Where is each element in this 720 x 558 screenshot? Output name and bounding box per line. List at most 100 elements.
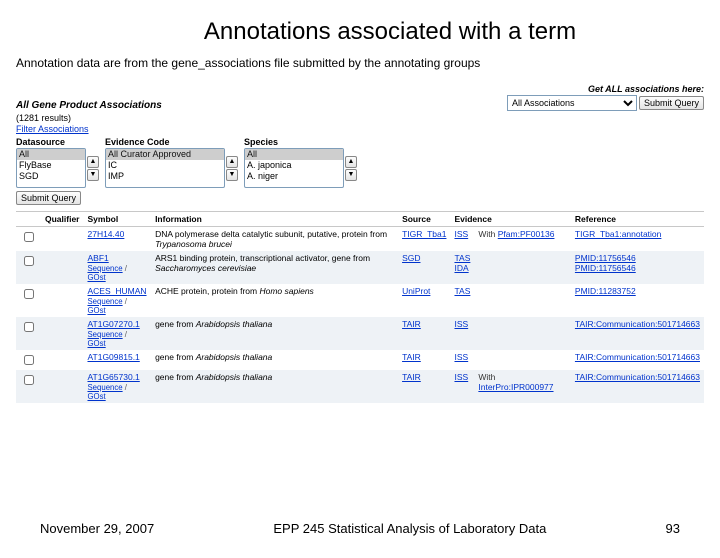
information-cell: ACHE protein, protein from Homo sapiens	[151, 284, 398, 317]
source-link[interactable]: TAIR	[402, 372, 421, 382]
qualifier-cell	[41, 251, 83, 284]
evidence-with-link[interactable]: Pfam:PF00136	[498, 229, 555, 239]
table-row: ACES_HUMANSequence / GOstACHE protein, p…	[16, 284, 704, 317]
reference-cell: PMID:11756546PMID:11756546	[571, 251, 704, 284]
row-checkbox[interactable]	[24, 232, 34, 242]
reference-cell: TAIR:Communication:501714663	[571, 350, 704, 370]
symbol-sublink[interactable]: Sequence	[87, 297, 122, 306]
evidence-cell: TASIDA	[450, 251, 474, 284]
screenshot-region: All Gene Product Associations Get ALL as…	[16, 84, 704, 403]
evidence-with-cell	[474, 350, 571, 370]
evidence-link[interactable]: TAS	[454, 253, 470, 263]
row-checkbox[interactable]	[24, 355, 34, 365]
row-checkbox[interactable]	[24, 375, 34, 385]
source-cell: TIGR_Tba1	[398, 227, 450, 252]
source-cell: TAIR	[398, 317, 450, 350]
symbol-sublink[interactable]: Sequence	[87, 383, 122, 392]
symbol-link[interactable]: AT1G65730.1	[87, 372, 139, 382]
symbol-sublink[interactable]: Sequence	[87, 330, 122, 339]
submit-query-filters-button[interactable]: Submit Query	[16, 191, 81, 205]
species-up-icon[interactable]: ▲	[345, 156, 357, 168]
species-select[interactable]: All A. japonica A. niger	[244, 148, 344, 188]
source-link[interactable]: TIGR_Tba1	[402, 229, 446, 239]
evidence-label: Evidence Code	[105, 137, 238, 147]
qualifier-cell	[41, 227, 83, 252]
row-checkbox[interactable]	[24, 322, 34, 332]
col-information: Information	[151, 212, 398, 227]
evidence-link[interactable]: ISS	[454, 352, 468, 362]
reference-cell: PMID:11283752	[571, 284, 704, 317]
evidence-with-cell: With InterPro:IPR000977	[474, 370, 571, 403]
symbol-sublink[interactable]: GOst	[87, 273, 105, 282]
qualifier-cell	[41, 284, 83, 317]
associations-select[interactable]: All Associations	[507, 95, 637, 111]
table-row: AT1G07270.1Sequence / GOstgene from Arab…	[16, 317, 704, 350]
symbol-link[interactable]: AT1G07270.1	[87, 319, 139, 329]
evidence-link[interactable]: ISS	[454, 319, 468, 329]
symbol-link[interactable]: AT1G09815.1	[87, 352, 139, 362]
source-cell: TAIR	[398, 350, 450, 370]
reference-cell: TAIR:Communication:501714663	[571, 370, 704, 403]
qualifier-cell	[41, 317, 83, 350]
symbol-sublink[interactable]: GOst	[87, 392, 105, 401]
symbol-sublink[interactable]: GOst	[87, 339, 105, 348]
evidence-cell: ISS	[450, 370, 474, 403]
filter-panel: Datasource All FlyBase SGD ▲ ▼ Evidence …	[16, 137, 704, 188]
slide-subtitle: Annotation data are from the gene_associ…	[16, 56, 720, 70]
reference-link[interactable]: PMID:11756546	[575, 263, 636, 273]
source-link[interactable]: TAIR	[402, 319, 421, 329]
qualifier-cell	[41, 350, 83, 370]
reference-link[interactable]: TAIR:Communication:501714663	[575, 352, 700, 362]
symbol-link[interactable]: ACES_HUMAN	[87, 286, 146, 296]
reference-link[interactable]: TAIR:Communication:501714663	[575, 319, 700, 329]
col-reference: Reference	[571, 212, 704, 227]
submit-query-top-button[interactable]: Submit Query	[639, 96, 704, 110]
reference-link[interactable]: TAIR:Communication:501714663	[575, 372, 700, 382]
evidence-cell: TAS	[450, 284, 474, 317]
evidence-up-icon[interactable]: ▲	[226, 156, 238, 168]
evidence-down-icon[interactable]: ▼	[226, 169, 238, 181]
reference-cell: TIGR_Tba1:annotation	[571, 227, 704, 252]
footer-date: November 29, 2007	[40, 521, 154, 536]
evidence-link[interactable]: ISS	[454, 372, 468, 382]
symbol-cell: 27H14.40	[83, 227, 151, 252]
symbol-sublink[interactable]: Sequence	[87, 264, 122, 273]
symbol-cell: AT1G07270.1Sequence / GOst	[83, 317, 151, 350]
symbol-cell: ABF1Sequence / GOst	[83, 251, 151, 284]
footer-course: EPP 245 Statistical Analysis of Laborato…	[154, 521, 665, 536]
evidence-link[interactable]: IDA	[454, 263, 468, 273]
reference-cell: TAIR:Communication:501714663	[571, 317, 704, 350]
table-row: AT1G09815.1gene from Arabidopsis thalian…	[16, 350, 704, 370]
row-checkbox[interactable]	[24, 256, 34, 266]
species-down-icon[interactable]: ▼	[345, 169, 357, 181]
datasource-up-icon[interactable]: ▲	[87, 156, 99, 168]
col-source: Source	[398, 212, 450, 227]
slide-title: Annotations associated with a term	[0, 18, 720, 46]
reference-link[interactable]: PMID:11283752	[575, 286, 636, 296]
row-checkbox[interactable]	[24, 289, 34, 299]
reference-link[interactable]: TIGR_Tba1:annotation	[575, 229, 661, 239]
symbol-cell: ACES_HUMANSequence / GOst	[83, 284, 151, 317]
datasource-down-icon[interactable]: ▼	[87, 169, 99, 181]
symbol-link[interactable]: ABF1	[87, 253, 108, 263]
datasource-select[interactable]: All FlyBase SGD	[16, 148, 86, 188]
source-link[interactable]: SGD	[402, 253, 420, 263]
evidence-link[interactable]: TAS	[454, 286, 470, 296]
evidence-cell: ISS	[450, 350, 474, 370]
get-all-label: Get ALL associations here:	[507, 84, 704, 94]
col-qualifier: Qualifier	[41, 212, 83, 227]
evidence-select[interactable]: All Curator Approved IC IMP	[105, 148, 225, 188]
evidence-with-link[interactable]: InterPro:IPR000977	[478, 382, 553, 392]
reference-link[interactable]: PMID:11756546	[575, 253, 636, 263]
symbol-link[interactable]: 27H14.40	[87, 229, 124, 239]
source-link[interactable]: TAIR	[402, 352, 421, 362]
evidence-with-cell: With Pfam:PF00136	[474, 227, 571, 252]
source-cell: UniProt	[398, 284, 450, 317]
evidence-link[interactable]: ISS	[454, 229, 468, 239]
footer-page: 93	[666, 521, 680, 536]
evidence-with-cell	[474, 251, 571, 284]
filter-associations-link[interactable]: Filter Associations	[16, 124, 89, 134]
symbol-sublink[interactable]: GOst	[87, 306, 105, 315]
source-cell: TAIR	[398, 370, 450, 403]
source-link[interactable]: UniProt	[402, 286, 430, 296]
